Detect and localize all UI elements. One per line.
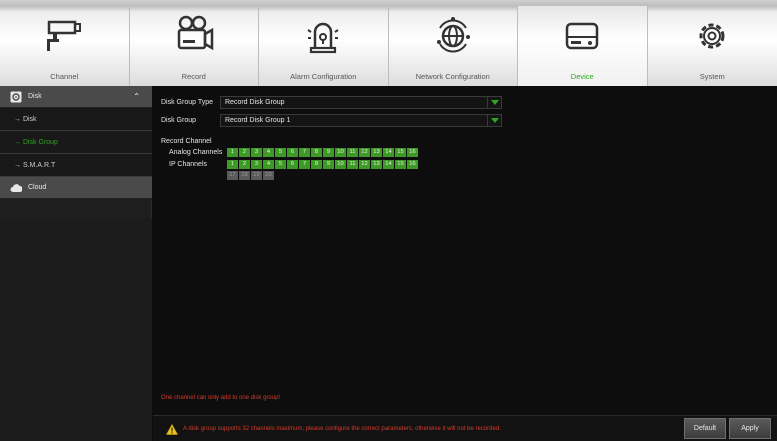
alarm-light-icon: [307, 22, 339, 54]
tab-record[interactable]: Record: [130, 6, 259, 86]
analog-channel-checkbox[interactable]: 6: [287, 148, 298, 157]
ip-channel-grid-disabled: 17 18 19 20: [227, 171, 274, 180]
ip-channel-checkbox[interactable]: 2: [239, 160, 250, 169]
tab-system[interactable]: System: [648, 6, 777, 86]
disk-icon: [10, 91, 22, 103]
analog-channel-checkbox[interactable]: 3: [251, 148, 262, 157]
analog-channel-checkbox[interactable]: 4: [263, 148, 274, 157]
ip-channel-checkbox[interactable]: 10: [335, 160, 346, 169]
tab-record-label: Record: [181, 72, 206, 81]
ip-channel-checkbox[interactable]: 6: [287, 160, 298, 169]
cloud-icon: [10, 184, 22, 192]
disk-group-note: One channel can only add to one disk gro…: [161, 395, 281, 401]
ip-channel-checkbox[interactable]: 5: [275, 160, 286, 169]
warning-message: A disk group supports 32 channels maximu…: [183, 426, 501, 432]
sidebar-item-label: → Disk Group: [14, 139, 58, 146]
tab-network-configuration-label: Network Configuration: [415, 72, 490, 81]
analog-channels-label: Analog Channels: [169, 149, 223, 156]
ip-channel-checkbox[interactable]: 12: [359, 160, 370, 169]
ip-channel-checkbox[interactable]: 3: [251, 160, 262, 169]
ip-channel-checkbox[interactable]: 16: [407, 160, 418, 169]
ip-channel-disabled-checkbox: 19: [251, 171, 262, 180]
tab-network-configuration[interactable]: Network Configuration: [389, 6, 518, 86]
sidebar-group-disk-label: Disk: [28, 93, 42, 100]
ip-channel-checkbox[interactable]: 13: [371, 160, 382, 169]
sidebar-item-label: → Disk: [14, 116, 37, 123]
analog-channel-checkbox[interactable]: 11: [347, 148, 358, 157]
tab-alarm-configuration[interactable]: Alarm Configuration: [259, 6, 389, 86]
analog-channel-checkbox[interactable]: 10: [335, 148, 346, 157]
sidebar-item-disk-group[interactable]: → Disk Group: [0, 131, 152, 154]
analog-channel-checkbox[interactable]: 7: [299, 148, 310, 157]
gear-icon: [699, 23, 725, 49]
disk-group-type-value: Record Disk Group: [225, 99, 285, 106]
disk-group-value: Record Disk Group 1: [225, 117, 291, 124]
analog-channel-grid: 1 2 3 4 5 6 7 8 9 10 11 12 13 14 15 16: [227, 148, 418, 157]
analog-channel-checkbox[interactable]: 9: [323, 148, 334, 157]
analog-channel-checkbox[interactable]: 13: [371, 148, 382, 157]
disk-group-label: Disk Group: [161, 117, 197, 124]
camera-icon: [47, 20, 82, 51]
analog-channel-checkbox[interactable]: 1: [227, 148, 238, 157]
disk-group-select[interactable]: Record Disk Group 1: [220, 114, 502, 127]
hard-drive-icon: [566, 22, 599, 50]
ip-channel-checkbox[interactable]: 14: [383, 160, 394, 169]
analog-channel-checkbox[interactable]: 12: [359, 148, 370, 157]
ip-channel-checkbox[interactable]: 7: [299, 160, 310, 169]
sidebar-group-cloud[interactable]: Cloud: [0, 177, 152, 199]
disk-group-type-select[interactable]: Record Disk Group: [220, 96, 502, 109]
analog-channel-checkbox[interactable]: 16: [407, 148, 418, 157]
chevron-down-icon[interactable]: [487, 115, 501, 126]
sidebar-group-cloud-label: Cloud: [28, 184, 47, 191]
ip-channel-checkbox[interactable]: 9: [323, 160, 334, 169]
default-button[interactable]: Default: [684, 418, 726, 439]
disk-group-row: Disk Group Record Disk Group 1: [161, 114, 502, 127]
ip-channel-disabled-checkbox: 18: [239, 171, 250, 180]
sidebar-item-label: → S.M.A.R.T: [14, 162, 56, 169]
chevron-up-icon[interactable]: ⌃: [133, 92, 140, 101]
top-navigation: Channel Record Alarm Configuration Netwo…: [0, 0, 777, 86]
sidebar-item-smart[interactable]: → S.M.A.R.T: [0, 154, 152, 177]
warning-icon: [166, 424, 178, 435]
sidebar-item-disk[interactable]: → Disk: [0, 108, 152, 131]
tab-device[interactable]: Device: [518, 6, 648, 86]
analog-channel-checkbox[interactable]: 14: [383, 148, 394, 157]
sidebar-empty-area: [0, 218, 152, 441]
ip-channel-checkbox[interactable]: 1: [227, 160, 238, 169]
chevron-down-icon[interactable]: [487, 97, 501, 108]
ip-channels-label: IP Channels: [169, 161, 208, 168]
bottom-bar: A disk group supports 32 channels maximu…: [153, 415, 777, 441]
tab-channel[interactable]: Channel: [0, 6, 130, 86]
tab-system-label: System: [699, 72, 725, 81]
tab-alarm-configuration-label: Alarm Configuration: [290, 72, 357, 81]
analog-channel-checkbox[interactable]: 15: [395, 148, 406, 157]
tab-device-label: Device: [570, 72, 594, 81]
ip-channel-disabled-checkbox: 17: [227, 171, 238, 180]
disk-group-type-row: Disk Group Type Record Disk Group: [161, 96, 502, 109]
record-channel-title: Record Channel: [161, 138, 212, 145]
globe-icon: [436, 17, 470, 53]
ip-channel-checkbox[interactable]: 15: [395, 160, 406, 169]
analog-channel-checkbox[interactable]: 2: [239, 148, 250, 157]
analog-channel-checkbox[interactable]: 5: [275, 148, 286, 157]
ip-channel-checkbox[interactable]: 11: [347, 160, 358, 169]
ip-channel-disabled-checkbox: 20: [263, 171, 274, 180]
analog-channel-checkbox[interactable]: 8: [311, 148, 322, 157]
sidebar-group-disk[interactable]: Disk ⌃: [0, 86, 152, 108]
ip-channel-grid: 1 2 3 4 5 6 7 8 9 10 11 12 13 14 15 16: [227, 160, 418, 169]
disk-group-type-label: Disk Group Type: [161, 99, 214, 106]
ip-channel-checkbox[interactable]: 4: [263, 160, 274, 169]
ip-channel-checkbox[interactable]: 8: [311, 160, 322, 169]
main-panel: Disk Group Type Record Disk Group Disk G…: [153, 86, 777, 441]
video-camera-icon: [177, 15, 213, 51]
tab-channel-label: Channel: [50, 72, 79, 81]
apply-button[interactable]: Apply: [729, 418, 771, 439]
sidebar: Disk ⌃ → Disk → Disk Group → S.M.A.R.T C…: [0, 86, 152, 441]
